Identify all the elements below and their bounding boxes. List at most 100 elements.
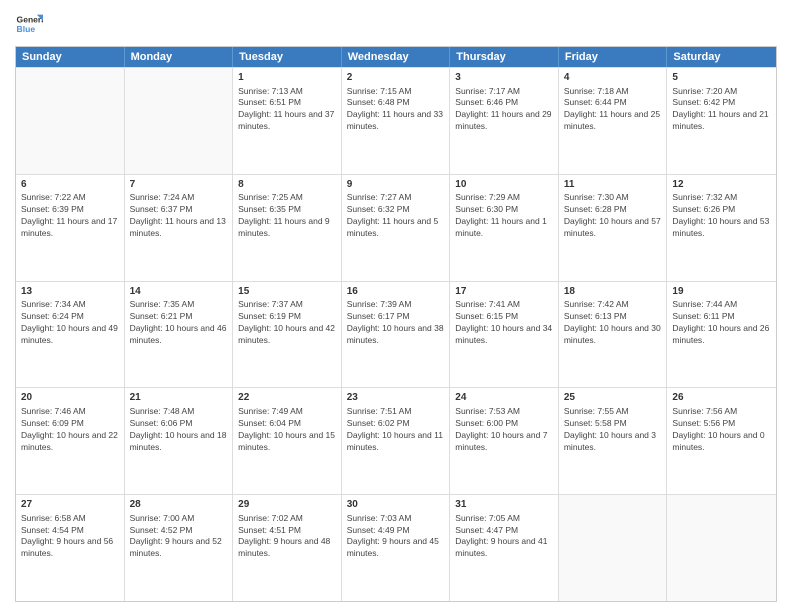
calendar-cell: 2Sunrise: 7:15 AM Sunset: 6:48 PM Daylig… [342, 68, 451, 174]
svg-text:Blue: Blue [17, 24, 36, 34]
day-info: Sunrise: 7:15 AM Sunset: 6:48 PM Dayligh… [347, 86, 445, 134]
calendar-cell: 14Sunrise: 7:35 AM Sunset: 6:21 PM Dayli… [125, 282, 234, 388]
calendar-cell: 24Sunrise: 7:53 AM Sunset: 6:00 PM Dayli… [450, 388, 559, 494]
calendar-header: SundayMondayTuesdayWednesdayThursdayFrid… [16, 47, 776, 67]
day-info: Sunrise: 7:37 AM Sunset: 6:19 PM Dayligh… [238, 299, 336, 347]
day-number: 23 [347, 391, 445, 405]
calendar-cell: 29Sunrise: 7:02 AM Sunset: 4:51 PM Dayli… [233, 495, 342, 601]
calendar-cell: 1Sunrise: 7:13 AM Sunset: 6:51 PM Daylig… [233, 68, 342, 174]
day-info: Sunrise: 7:42 AM Sunset: 6:13 PM Dayligh… [564, 299, 662, 347]
day-info: Sunrise: 7:05 AM Sunset: 4:47 PM Dayligh… [455, 513, 553, 561]
day-info: Sunrise: 7:29 AM Sunset: 6:30 PM Dayligh… [455, 192, 553, 240]
calendar-cell: 7Sunrise: 7:24 AM Sunset: 6:37 PM Daylig… [125, 175, 234, 281]
day-info: Sunrise: 7:41 AM Sunset: 6:15 PM Dayligh… [455, 299, 553, 347]
weekday-header: Monday [125, 47, 234, 67]
day-info: Sunrise: 7:13 AM Sunset: 6:51 PM Dayligh… [238, 86, 336, 134]
day-number: 12 [672, 178, 771, 192]
calendar: SundayMondayTuesdayWednesdayThursdayFrid… [15, 46, 777, 602]
day-number: 5 [672, 71, 771, 85]
calendar-cell: 19Sunrise: 7:44 AM Sunset: 6:11 PM Dayli… [667, 282, 776, 388]
calendar-cell: 31Sunrise: 7:05 AM Sunset: 4:47 PM Dayli… [450, 495, 559, 601]
day-number: 20 [21, 391, 119, 405]
day-number: 28 [130, 498, 228, 512]
day-info: Sunrise: 6:58 AM Sunset: 4:54 PM Dayligh… [21, 513, 119, 561]
weekday-header: Tuesday [233, 47, 342, 67]
calendar-cell: 3Sunrise: 7:17 AM Sunset: 6:46 PM Daylig… [450, 68, 559, 174]
day-info: Sunrise: 7:44 AM Sunset: 6:11 PM Dayligh… [672, 299, 771, 347]
day-number: 24 [455, 391, 553, 405]
day-info: Sunrise: 7:22 AM Sunset: 6:39 PM Dayligh… [21, 192, 119, 240]
day-info: Sunrise: 7:03 AM Sunset: 4:49 PM Dayligh… [347, 513, 445, 561]
day-number: 2 [347, 71, 445, 85]
day-info: Sunrise: 7:20 AM Sunset: 6:42 PM Dayligh… [672, 86, 771, 134]
day-info: Sunrise: 7:32 AM Sunset: 6:26 PM Dayligh… [672, 192, 771, 240]
day-number: 27 [21, 498, 119, 512]
day-number: 18 [564, 285, 662, 299]
weekday-header: Thursday [450, 47, 559, 67]
calendar-row: 1Sunrise: 7:13 AM Sunset: 6:51 PM Daylig… [16, 67, 776, 174]
calendar-body: 1Sunrise: 7:13 AM Sunset: 6:51 PM Daylig… [16, 67, 776, 601]
day-number: 3 [455, 71, 553, 85]
day-number: 15 [238, 285, 336, 299]
day-info: Sunrise: 7:49 AM Sunset: 6:04 PM Dayligh… [238, 406, 336, 454]
calendar-cell: 15Sunrise: 7:37 AM Sunset: 6:19 PM Dayli… [233, 282, 342, 388]
day-number: 22 [238, 391, 336, 405]
day-info: Sunrise: 7:27 AM Sunset: 6:32 PM Dayligh… [347, 192, 445, 240]
day-info: Sunrise: 7:17 AM Sunset: 6:46 PM Dayligh… [455, 86, 553, 134]
day-info: Sunrise: 7:18 AM Sunset: 6:44 PM Dayligh… [564, 86, 662, 134]
day-info: Sunrise: 7:51 AM Sunset: 6:02 PM Dayligh… [347, 406, 445, 454]
calendar-cell: 25Sunrise: 7:55 AM Sunset: 5:58 PM Dayli… [559, 388, 668, 494]
day-info: Sunrise: 7:53 AM Sunset: 6:00 PM Dayligh… [455, 406, 553, 454]
day-number: 10 [455, 178, 553, 192]
calendar-cell: 26Sunrise: 7:56 AM Sunset: 5:56 PM Dayli… [667, 388, 776, 494]
calendar-row: 13Sunrise: 7:34 AM Sunset: 6:24 PM Dayli… [16, 281, 776, 388]
calendar-cell: 5Sunrise: 7:20 AM Sunset: 6:42 PM Daylig… [667, 68, 776, 174]
day-info: Sunrise: 7:34 AM Sunset: 6:24 PM Dayligh… [21, 299, 119, 347]
day-number: 9 [347, 178, 445, 192]
weekday-header: Sunday [16, 47, 125, 67]
day-info: Sunrise: 7:30 AM Sunset: 6:28 PM Dayligh… [564, 192, 662, 240]
day-number: 4 [564, 71, 662, 85]
day-info: Sunrise: 7:56 AM Sunset: 5:56 PM Dayligh… [672, 406, 771, 454]
day-number: 14 [130, 285, 228, 299]
calendar-cell: 12Sunrise: 7:32 AM Sunset: 6:26 PM Dayli… [667, 175, 776, 281]
calendar-cell: 4Sunrise: 7:18 AM Sunset: 6:44 PM Daylig… [559, 68, 668, 174]
calendar-cell: 21Sunrise: 7:48 AM Sunset: 6:06 PM Dayli… [125, 388, 234, 494]
calendar-cell: 23Sunrise: 7:51 AM Sunset: 6:02 PM Dayli… [342, 388, 451, 494]
weekday-header: Friday [559, 47, 668, 67]
day-number: 29 [238, 498, 336, 512]
logo: General Blue [15, 10, 43, 38]
day-number: 26 [672, 391, 771, 405]
day-number: 13 [21, 285, 119, 299]
day-number: 16 [347, 285, 445, 299]
calendar-cell: 16Sunrise: 7:39 AM Sunset: 6:17 PM Dayli… [342, 282, 451, 388]
day-number: 19 [672, 285, 771, 299]
day-info: Sunrise: 7:00 AM Sunset: 4:52 PM Dayligh… [130, 513, 228, 561]
calendar-cell: 28Sunrise: 7:00 AM Sunset: 4:52 PM Dayli… [125, 495, 234, 601]
calendar-cell [559, 495, 668, 601]
calendar-cell: 22Sunrise: 7:49 AM Sunset: 6:04 PM Dayli… [233, 388, 342, 494]
calendar-row: 27Sunrise: 6:58 AM Sunset: 4:54 PM Dayli… [16, 494, 776, 601]
day-number: 7 [130, 178, 228, 192]
calendar-cell [16, 68, 125, 174]
weekday-header: Wednesday [342, 47, 451, 67]
calendar-cell [125, 68, 234, 174]
calendar-cell [667, 495, 776, 601]
calendar-cell: 18Sunrise: 7:42 AM Sunset: 6:13 PM Dayli… [559, 282, 668, 388]
calendar-cell: 30Sunrise: 7:03 AM Sunset: 4:49 PM Dayli… [342, 495, 451, 601]
weekday-header: Saturday [667, 47, 776, 67]
day-info: Sunrise: 7:25 AM Sunset: 6:35 PM Dayligh… [238, 192, 336, 240]
day-number: 21 [130, 391, 228, 405]
day-info: Sunrise: 7:24 AM Sunset: 6:37 PM Dayligh… [130, 192, 228, 240]
day-info: Sunrise: 7:39 AM Sunset: 6:17 PM Dayligh… [347, 299, 445, 347]
day-number: 6 [21, 178, 119, 192]
day-info: Sunrise: 7:46 AM Sunset: 6:09 PM Dayligh… [21, 406, 119, 454]
day-number: 30 [347, 498, 445, 512]
calendar-cell: 6Sunrise: 7:22 AM Sunset: 6:39 PM Daylig… [16, 175, 125, 281]
day-number: 31 [455, 498, 553, 512]
day-number: 17 [455, 285, 553, 299]
calendar-cell: 9Sunrise: 7:27 AM Sunset: 6:32 PM Daylig… [342, 175, 451, 281]
calendar-cell: 20Sunrise: 7:46 AM Sunset: 6:09 PM Dayli… [16, 388, 125, 494]
calendar-row: 20Sunrise: 7:46 AM Sunset: 6:09 PM Dayli… [16, 387, 776, 494]
calendar-cell: 17Sunrise: 7:41 AM Sunset: 6:15 PM Dayli… [450, 282, 559, 388]
